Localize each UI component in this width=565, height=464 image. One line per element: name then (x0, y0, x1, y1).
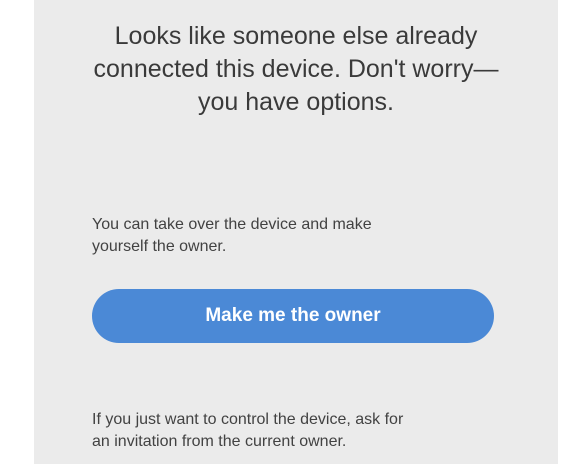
title-line-2: connected this device. Don't worry— (93, 55, 499, 83)
make-me-owner-button[interactable]: Make me the owner (92, 289, 494, 343)
takeover-description: You can take over the device and make yo… (92, 214, 492, 258)
invite-line-2: an invitation from the current owner. (92, 433, 347, 450)
invite-description: If you just want to control the device, … (92, 409, 492, 453)
app-screen: Looks like someone else already connecte… (34, 0, 558, 464)
title-line-1: Looks like someone else already (114, 22, 478, 50)
takeover-line-2: yourself the owner. (92, 238, 227, 255)
takeover-line-1: You can take over the device and make (92, 216, 372, 233)
title-line-3: you have options. (198, 88, 394, 116)
invite-line-1: If you just want to control the device, … (92, 411, 404, 428)
page-title: Looks like someone else already connecte… (34, 20, 558, 119)
